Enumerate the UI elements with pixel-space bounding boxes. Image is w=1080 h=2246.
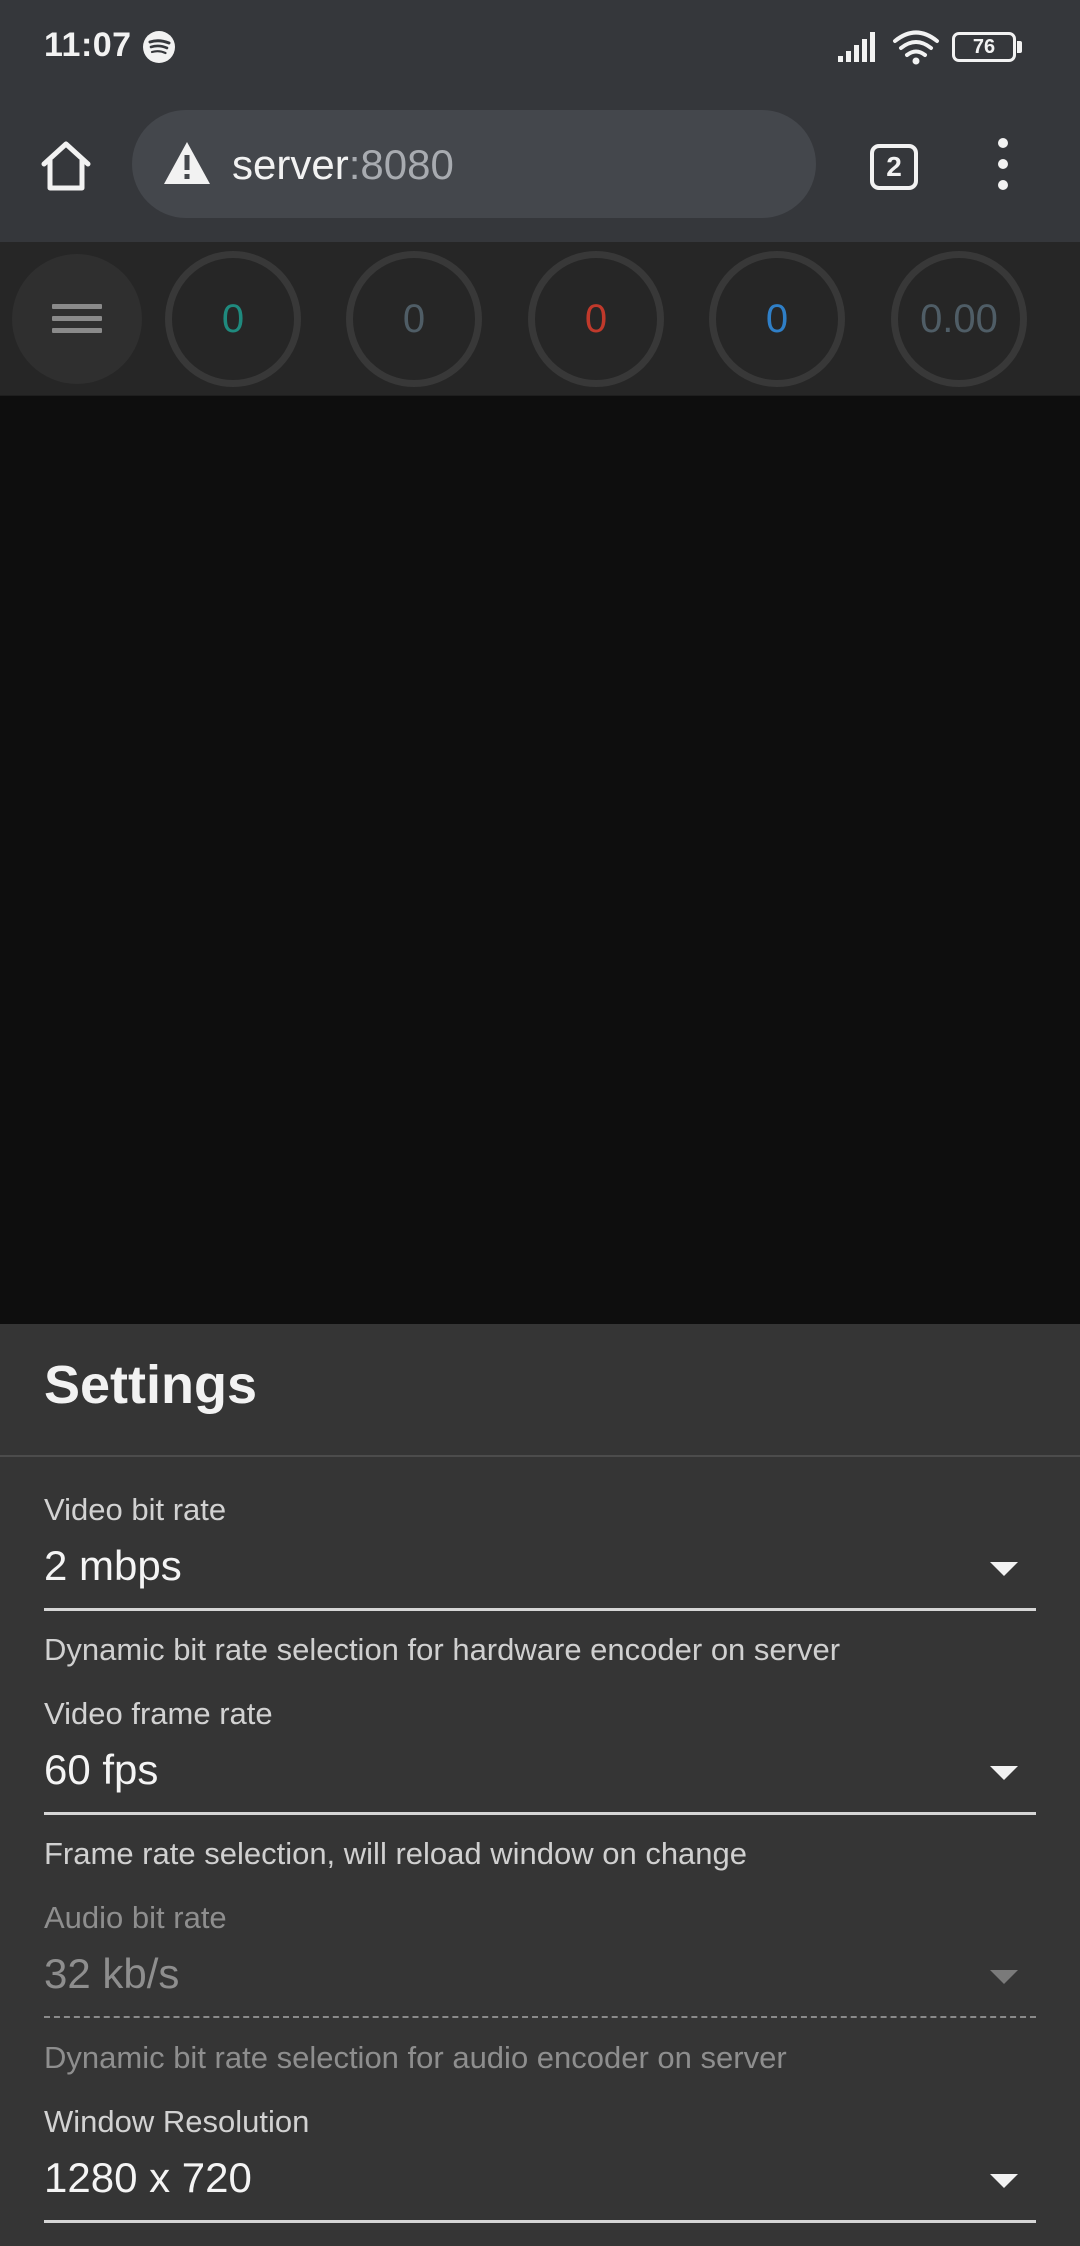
hamburger-line (52, 328, 102, 333)
field-value[interactable]: 2 mbps (44, 1542, 182, 1590)
stat-value: 0 (221, 297, 245, 341)
url-port: :8080 (348, 141, 454, 188)
menu-dot (998, 138, 1008, 148)
warning-icon[interactable] (162, 140, 212, 186)
spotify-icon (143, 31, 175, 63)
signal-icon (838, 32, 875, 62)
dropdown-caret-icon[interactable] (990, 1562, 1018, 1576)
field-value[interactable]: 32 kb/s (44, 1950, 179, 1998)
battery-tip (1017, 41, 1022, 53)
stat-gauge-3: 0 (528, 251, 664, 387)
field-label: Video bit rate (44, 1492, 227, 1527)
settings-divider (0, 1455, 1080, 1457)
url-text[interactable]: server:8080 (232, 140, 454, 190)
settings-panel: Settings Video bit rate 2 mbps Dynamic b… (0, 1324, 1080, 2246)
stat-gauge-1: 0 (165, 251, 301, 387)
field-label: Audio bit rate (44, 1900, 227, 1935)
status-bar: 11:07 76 (0, 0, 1080, 96)
field-value[interactable]: 1280 x 720 (44, 2154, 252, 2202)
stat-gauge-4: 0 (709, 251, 845, 387)
hamburger-line (52, 304, 102, 309)
status-time: 11:07 (44, 26, 132, 64)
menu-dot (998, 159, 1008, 169)
settings-title: Settings (44, 1355, 258, 1415)
field-help-text: Frame rate selection, will reload window… (44, 1836, 748, 1871)
field-value[interactable]: 60 fps (44, 1746, 158, 1794)
field-underline (44, 1608, 1036, 1611)
browser-toolbar: server:8080 2 (0, 96, 1080, 242)
field-label: Window Resolution (44, 2104, 310, 2139)
field-underline (44, 2016, 1036, 2018)
wifi-icon (893, 30, 939, 65)
battery-level: 76 (952, 32, 1016, 62)
page: 11:07 76 server:8080 2 0 0 0 0 0.00 Sett… (0, 0, 1080, 2246)
field-label: Video frame rate (44, 1696, 273, 1731)
dropdown-caret-icon[interactable] (990, 1970, 1018, 1984)
stat-value: 0 (402, 297, 426, 341)
more-vert-icon[interactable] (990, 138, 1016, 194)
stat-gauge-5: 0.00 (891, 251, 1027, 387)
stat-value: 0 (765, 297, 789, 341)
battery-icon: 76 (952, 32, 1022, 62)
url-host: server (232, 141, 349, 188)
field-underline (44, 1812, 1036, 1815)
hamburger-line (52, 316, 102, 321)
field-underline (44, 2220, 1036, 2223)
field-help-text: Dynamic bit rate selection for hardware … (44, 1632, 841, 1667)
field-help-text: Dynamic bit rate selection for audio enc… (44, 2040, 787, 2075)
dropdown-caret-icon[interactable] (990, 2174, 1018, 2188)
menu-dot (998, 180, 1008, 190)
video-stream-area[interactable] (0, 396, 1080, 1324)
hamburger-menu-button[interactable] (12, 254, 142, 384)
tabs-button[interactable]: 2 (870, 144, 918, 190)
stat-value: 0 (584, 297, 608, 341)
stat-gauge-2: 0 (346, 251, 482, 387)
stat-value: 0.00 (920, 297, 998, 341)
stats-strip: 0 0 0 0 0.00 (0, 242, 1080, 396)
dropdown-caret-icon[interactable] (990, 1766, 1018, 1780)
address-bar[interactable]: server:8080 (132, 110, 816, 218)
home-icon[interactable] (36, 136, 96, 196)
